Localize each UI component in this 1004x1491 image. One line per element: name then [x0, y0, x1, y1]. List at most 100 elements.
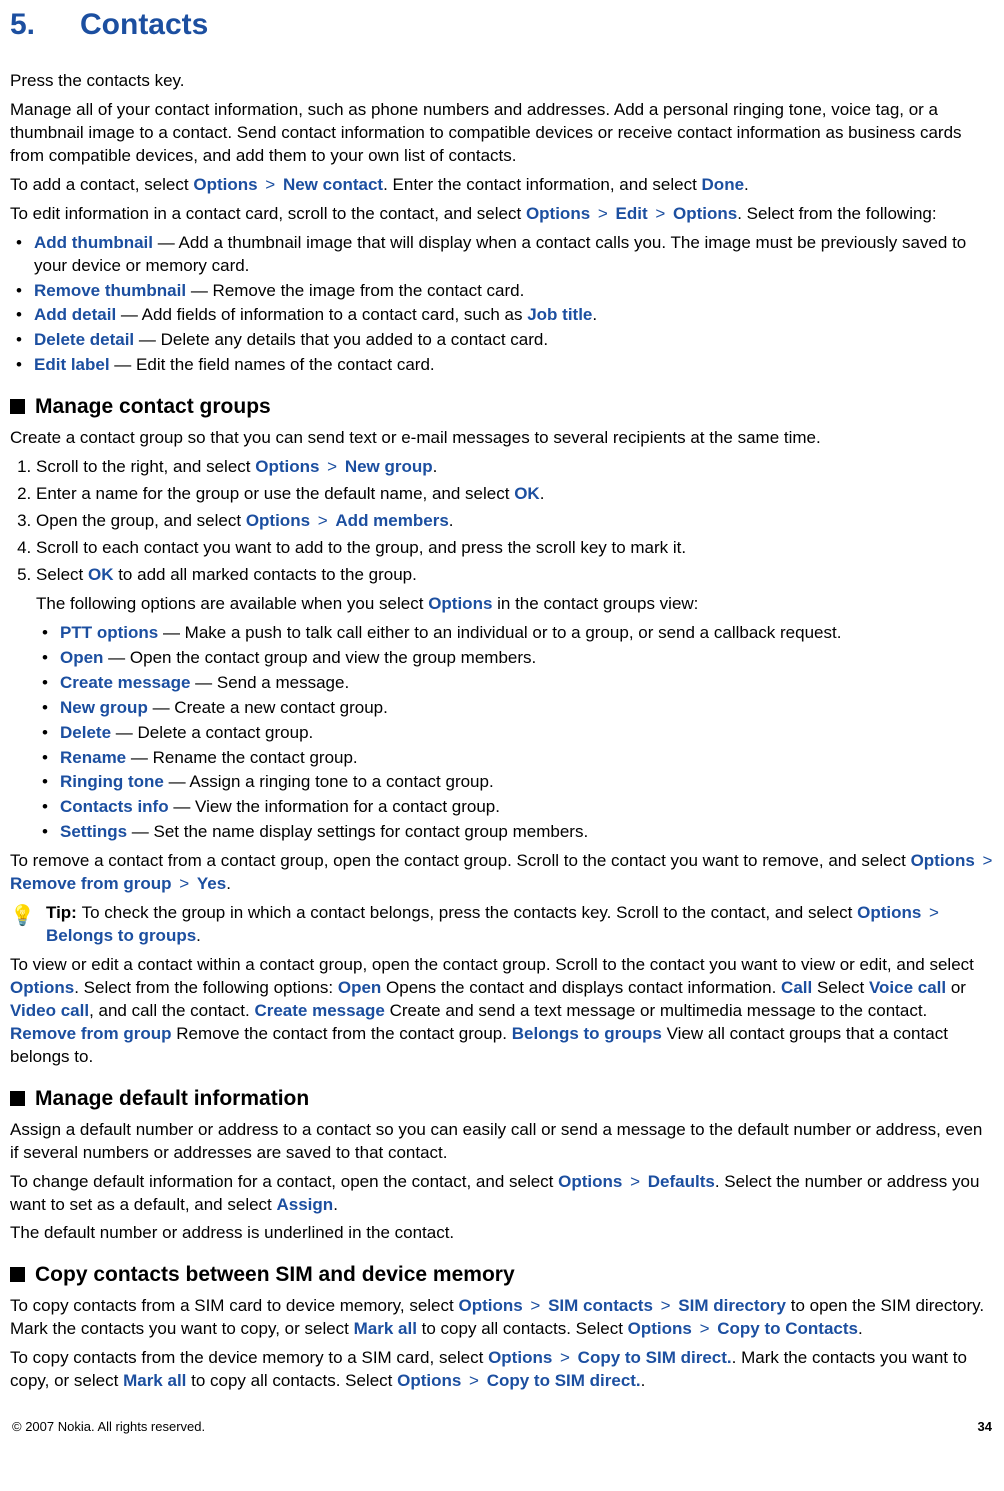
- list-item: Select OK to add all marked contacts to …: [36, 564, 994, 587]
- ui-term: Create message: [60, 673, 190, 692]
- text: — Add a thumbnail image that will displa…: [34, 233, 966, 275]
- text: . Select from the following:: [737, 204, 936, 223]
- ui-path-sep: >: [310, 511, 335, 530]
- ui-term: Open: [60, 648, 103, 667]
- text: .: [333, 1195, 338, 1214]
- ui-term: Ringing tone: [60, 772, 164, 791]
- ui-term: Call: [781, 978, 812, 997]
- ui-path-sep: >: [461, 1371, 486, 1390]
- paragraph: The following options are available when…: [36, 593, 994, 616]
- text: Remove the contact from the contact grou…: [172, 1024, 512, 1043]
- ui-term: Options: [193, 175, 257, 194]
- text: Open the group, and select: [36, 511, 246, 530]
- text: — View the information for a contact gro…: [169, 797, 500, 816]
- ui-term: Defaults: [648, 1172, 715, 1191]
- text: — Delete a contact group.: [111, 723, 313, 742]
- ui-term: Options: [458, 1296, 522, 1315]
- tip-text: Tip: To check the group in which a conta…: [46, 902, 994, 948]
- ui-path-sep: >: [622, 1172, 647, 1191]
- text: — Assign a ringing tone to a contact gro…: [164, 772, 494, 791]
- ui-term: SIM directory: [678, 1296, 786, 1315]
- ui-term: Job title: [527, 305, 592, 324]
- list-item: Remove thumbnail — Remove the image from…: [16, 280, 994, 303]
- ui-term: Yes: [197, 874, 226, 893]
- ui-term: Options: [397, 1371, 461, 1390]
- ui-path-sep: >: [590, 204, 615, 223]
- text: .: [540, 484, 545, 503]
- ui-term: OK: [514, 484, 540, 503]
- text: Select: [812, 978, 869, 997]
- ui-term: Copy to SIM direct.: [578, 1348, 732, 1367]
- ui-path-sep: >: [921, 903, 942, 922]
- ui-term: New group: [60, 698, 148, 717]
- text: to copy all contacts. Select: [186, 1371, 397, 1390]
- text: — Rename the contact group.: [126, 748, 358, 767]
- ui-term: Delete detail: [34, 330, 134, 349]
- tip-block: 💡 Tip: To check the group in which a con…: [10, 902, 994, 948]
- text: — Delete any details that you added to a…: [134, 330, 548, 349]
- paragraph: To copy contacts from the device memory …: [10, 1347, 994, 1393]
- list-item: Delete detail — Delete any details that …: [16, 329, 994, 352]
- text: Opens the contact and displays contact i…: [381, 978, 781, 997]
- ui-term: Options: [255, 457, 319, 476]
- list-item: Rename — Rename the contact group.: [42, 747, 994, 770]
- text: .: [196, 926, 201, 945]
- paragraph: Manage all of your contact information, …: [10, 99, 994, 168]
- ui-term: New contact: [283, 175, 383, 194]
- ui-term: Add members: [335, 511, 448, 530]
- ui-term: Belongs to groups: [46, 926, 196, 945]
- list-item: Add thumbnail — Add a thumbnail image th…: [16, 232, 994, 278]
- text: . Enter the contact information, and sel…: [383, 175, 701, 194]
- ui-path-sep: >: [692, 1319, 717, 1338]
- page-footer: © 2007 Nokia. All rights reserved. 34: [10, 1419, 994, 1442]
- text: in the contact groups view:: [492, 594, 698, 613]
- text: The following options are available when…: [36, 594, 428, 613]
- text: , and call the contact.: [89, 1001, 254, 1020]
- text: — Send a message.: [190, 673, 349, 692]
- square-bullet-icon: [10, 1267, 25, 1282]
- text: — Remove the image from the contact card…: [186, 281, 524, 300]
- ui-term: Remove thumbnail: [34, 281, 186, 300]
- text: .: [744, 175, 749, 194]
- chapter-title: Contacts: [80, 8, 208, 41]
- text: — Create a new contact group.: [148, 698, 388, 717]
- ui-term: Open: [338, 978, 381, 997]
- ui-term: Options: [526, 204, 590, 223]
- ui-term: Copy to SIM direct.: [487, 1371, 641, 1390]
- ui-term: Video call: [10, 1001, 89, 1020]
- list-item: Ringing tone — Assign a ringing tone to …: [42, 771, 994, 794]
- ui-path-sep: >: [523, 1296, 548, 1315]
- heading-text: Manage contact groups: [35, 395, 271, 418]
- section-heading-copy-contacts: Copy contacts between SIM and device mem…: [10, 1263, 994, 1287]
- ui-path-sep: >: [258, 175, 283, 194]
- ui-term: Add thumbnail: [34, 233, 153, 252]
- ui-term: Options: [558, 1172, 622, 1191]
- numbered-list: Scroll to the right, and select Options …: [10, 456, 994, 587]
- paragraph: To copy contacts from a SIM card to devi…: [10, 1295, 994, 1341]
- list-item: Scroll to each contact you want to add t…: [36, 537, 994, 560]
- ui-term: Remove from group: [10, 1024, 172, 1043]
- text: Select: [36, 565, 88, 584]
- text: To copy contacts from a SIM card to devi…: [10, 1296, 458, 1315]
- list-item: Edit label — Edit the field names of the…: [16, 354, 994, 377]
- section-heading-manage-default-information: Manage default information: [10, 1087, 994, 1111]
- ui-term: Mark all: [354, 1319, 417, 1338]
- chapter-number: 5.: [10, 8, 80, 42]
- text: to add all marked contacts to the group.: [113, 565, 416, 584]
- text: Create and send a text message or multim…: [385, 1001, 927, 1020]
- ui-term: Options: [488, 1348, 552, 1367]
- paragraph: To remove a contact from a contact group…: [10, 850, 994, 896]
- paragraph: To view or edit a contact within a conta…: [10, 954, 994, 1069]
- ui-term: Add detail: [34, 305, 116, 324]
- ui-term: Edit label: [34, 355, 110, 374]
- ui-term: Copy to Contacts: [717, 1319, 858, 1338]
- list-item: Delete — Delete a contact group.: [42, 722, 994, 745]
- list-item: Settings — Set the name display settings…: [42, 821, 994, 844]
- chapter-heading: 5.Contacts: [10, 8, 994, 42]
- ui-term: SIM contacts: [548, 1296, 653, 1315]
- text: .: [592, 305, 597, 324]
- paragraph: To add a contact, select Options > New c…: [10, 174, 994, 197]
- text: .: [449, 511, 454, 530]
- ui-path-sep: >: [172, 874, 197, 893]
- ui-term: Options: [911, 851, 975, 870]
